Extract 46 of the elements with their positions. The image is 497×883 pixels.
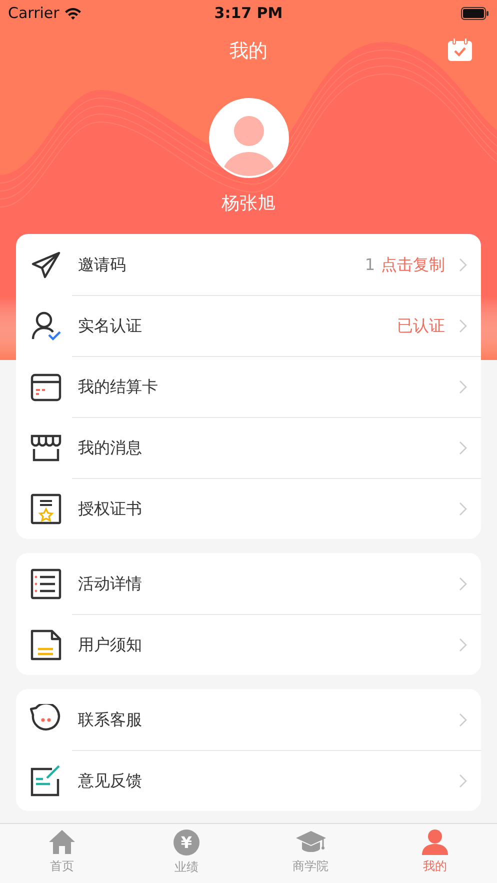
row-label: 用户须知 — [78, 634, 142, 656]
row-label: 我的消息 — [78, 436, 142, 458]
chevron-right-icon — [459, 318, 467, 332]
row-value: 点击复制 — [381, 254, 445, 276]
chevron-right-icon — [459, 576, 467, 590]
chevron-right-icon — [459, 440, 467, 454]
row-label: 邀请码 — [78, 254, 126, 276]
menu-row[interactable]: 联系客服 — [16, 689, 481, 750]
row-value: 1 — [364, 254, 375, 276]
carrier-text: Carrier — [8, 2, 60, 24]
menu-row[interactable]: 我的消息 — [16, 417, 481, 478]
chevron-right-icon — [459, 258, 467, 272]
row-label: 意见反馈 — [78, 770, 142, 792]
battery-icon — [461, 6, 489, 20]
menu-row[interactable]: 实名认证 已认证 — [16, 295, 481, 356]
chevron-right-icon — [459, 712, 467, 726]
chevron-right-icon — [459, 502, 467, 516]
person-icon — [422, 829, 448, 855]
yen-coin-icon: ¥ — [172, 829, 200, 856]
menu-row[interactable]: 邀请码 1 点击复制 — [16, 234, 481, 295]
edit-note-icon — [30, 764, 62, 796]
row-label: 我的结算卡 — [78, 376, 158, 398]
graduation-cap-icon — [294, 829, 327, 855]
row-label: 活动详情 — [78, 572, 142, 594]
row-value: 已认证 — [397, 314, 445, 336]
row-label: 实名认证 — [78, 314, 142, 336]
user-check-icon — [30, 310, 62, 342]
document-icon — [30, 628, 62, 660]
time-text: 3:17 PM — [214, 2, 283, 24]
calendar-check-icon[interactable] — [447, 38, 473, 62]
chevron-right-icon — [459, 380, 467, 394]
menu-row[interactable]: 活动详情 — [16, 553, 481, 614]
wifi-icon — [64, 6, 82, 20]
menu-row[interactable]: 用户须知 — [16, 614, 481, 675]
menu-row[interactable]: 意见反馈 — [16, 750, 481, 811]
list-icon — [30, 568, 62, 600]
row-label: 联系客服 — [78, 708, 142, 730]
certificate-icon — [30, 492, 62, 524]
menu-row[interactable]: 我的结算卡 — [16, 356, 481, 417]
home-icon — [48, 829, 76, 855]
chevron-right-icon — [459, 638, 467, 652]
chevron-right-icon — [459, 774, 467, 788]
row-label: 授权证书 — [78, 498, 142, 520]
user-name: 杨张旭 — [222, 193, 276, 214]
page-title: 我的 — [230, 38, 268, 64]
menu-row[interactable]: 授权证书 — [16, 478, 481, 539]
